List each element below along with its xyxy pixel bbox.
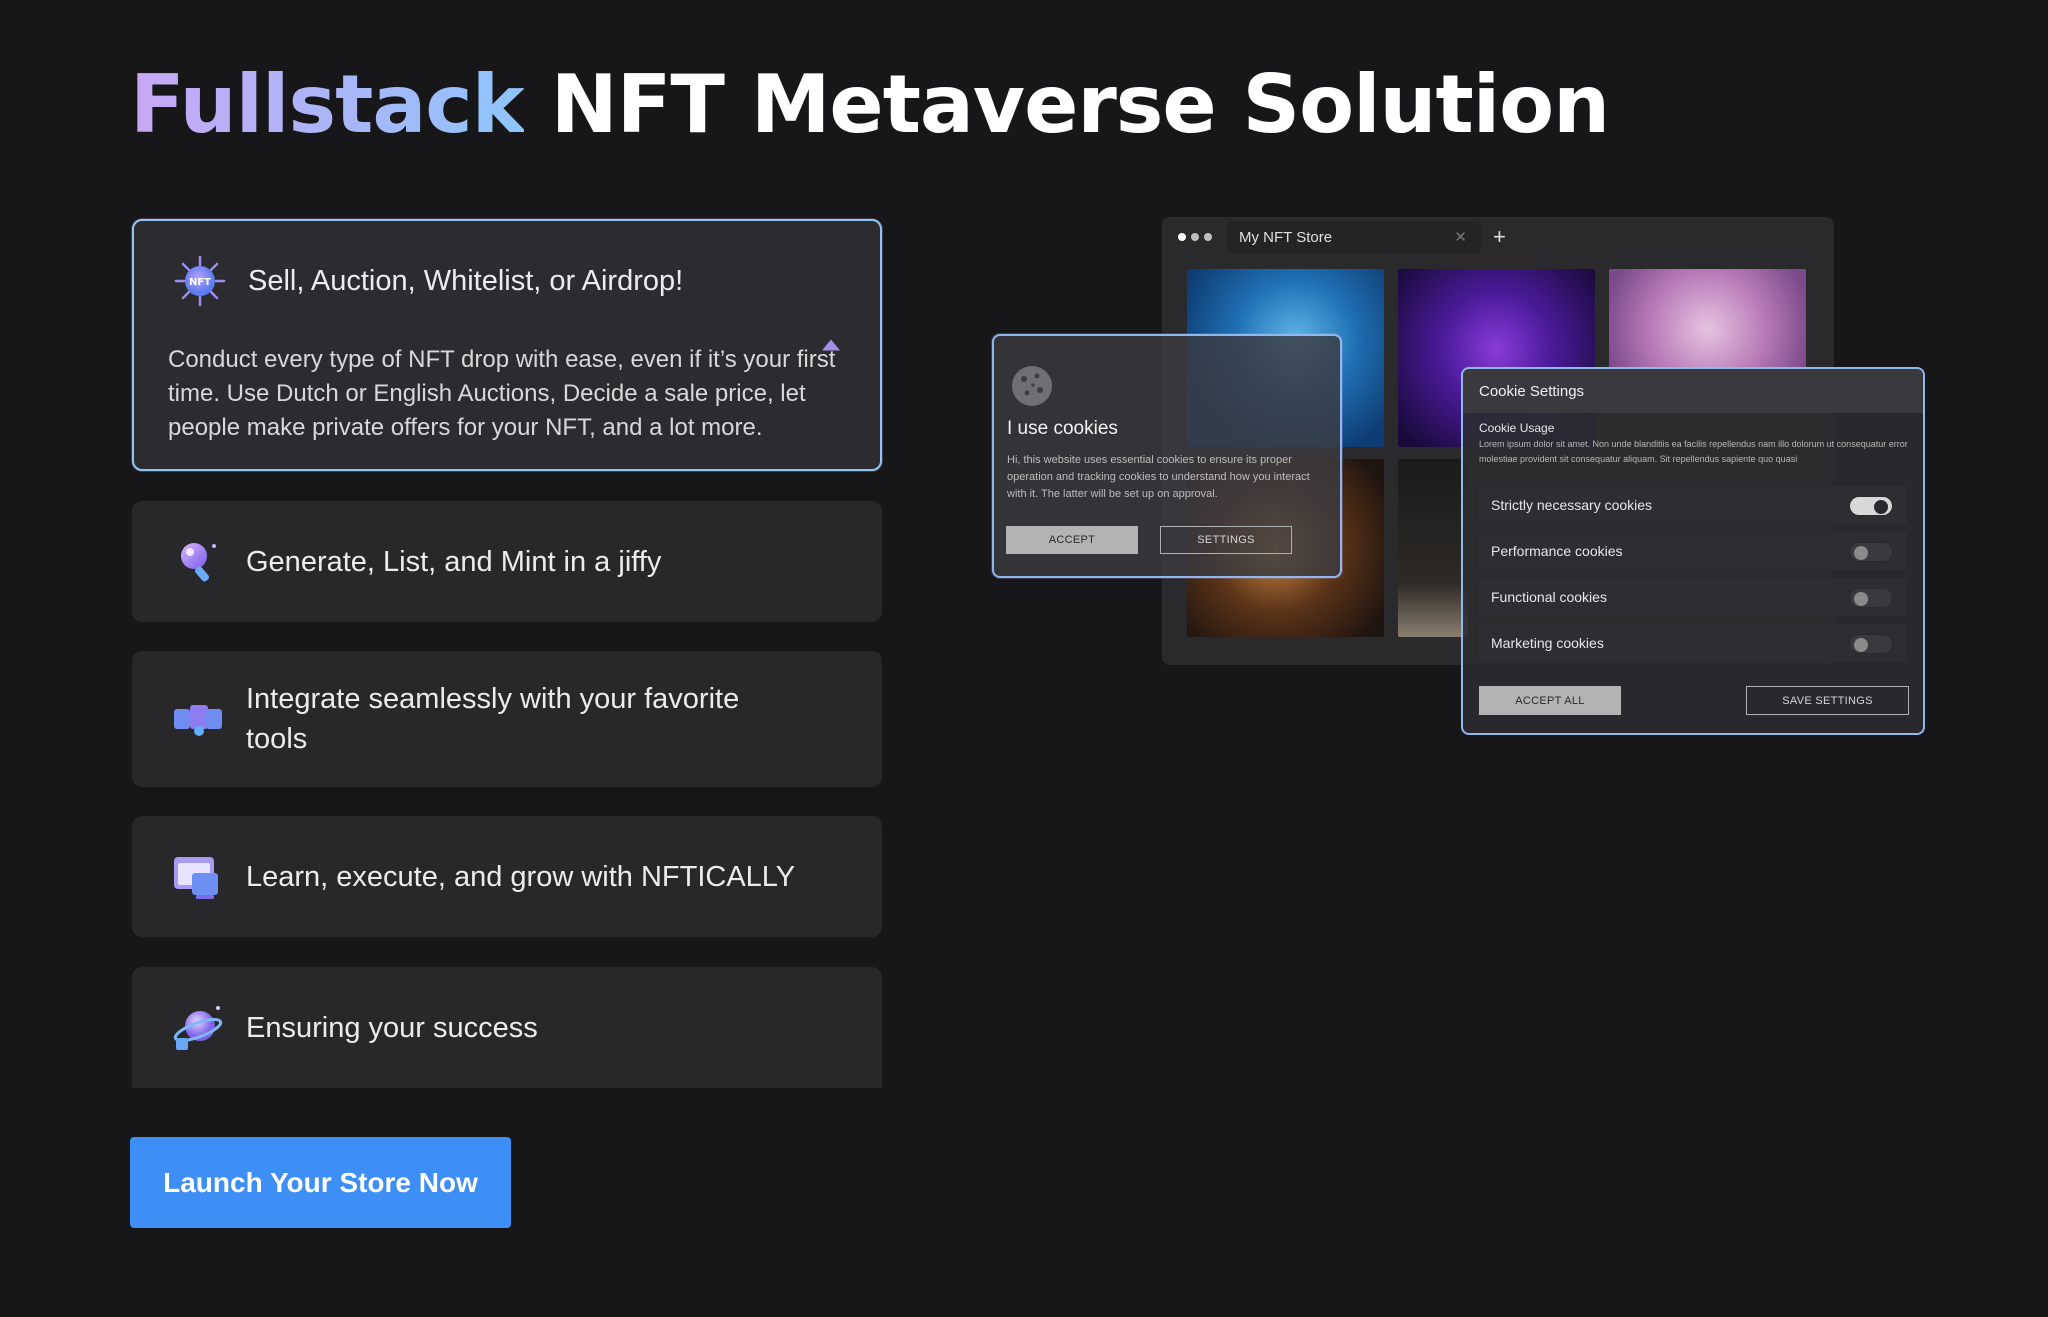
feature-panel-sell[interactable]: NFT Sell, Auction, Whitelist, or Airdrop… [132, 219, 882, 471]
feature-header[interactable]: NFT Sell, Auction, Whitelist, or Airdrop… [172, 221, 850, 341]
cookie-row-label: Functional cookies [1491, 589, 1607, 605]
nft-artwork-image [1398, 459, 1468, 637]
feature-header[interactable]: Learn, execute, and grow with NFTICALLY [170, 816, 852, 937]
cookie-toggle[interactable] [1849, 588, 1893, 608]
feature-label: Sell, Auction, Whitelist, or Airdrop! [248, 265, 684, 297]
cookie-row-performance: Performance cookies [1479, 532, 1907, 570]
cookie-toggle[interactable] [1849, 634, 1893, 654]
rocket-icon [170, 534, 226, 590]
tab-title: My NFT Store [1239, 228, 1333, 246]
cookie-icon [1010, 364, 1054, 408]
cookie-banner-text: Hi, this website uses essential cookies … [1007, 454, 1310, 500]
cookie-toggle[interactable] [1849, 542, 1893, 562]
new-tab-icon[interactable]: + [1493, 224, 1506, 250]
nft-artwork-image [1609, 269, 1806, 369]
tab-close-icon[interactable]: ✕ [1454, 228, 1467, 246]
browser-tab[interactable]: My NFT Store ✕ [1227, 221, 1481, 253]
launch-store-button[interactable]: Launch Your Store Now [130, 1137, 511, 1228]
feature-label: Integrate seamlessly with your favorite … [246, 683, 740, 755]
save-settings-button[interactable]: SAVE SETTINGS [1746, 686, 1909, 715]
cookie-banner: I use cookies Hi, this website uses esse… [992, 334, 1342, 578]
cookie-row-marketing: Marketing cookies [1479, 624, 1907, 662]
cookie-row-label: Performance cookies [1491, 543, 1623, 559]
integrations-icon [170, 691, 226, 747]
browser-tabbar: My NFT Store ✕ + [1162, 217, 1834, 257]
cookie-settings-panel: Cookie Settings Cookie Usage Lorem ipsum… [1461, 367, 1925, 735]
feature-panel-success[interactable]: Ensuring your success [132, 967, 882, 1088]
cookie-settings-button[interactable]: SETTINGS [1160, 526, 1292, 554]
feature-panel-integrate[interactable]: Integrate seamlessly with your favorite … [132, 651, 882, 787]
cookie-row-functional: Functional cookies [1479, 578, 1907, 616]
feature-header[interactable]: Generate, List, and Mint in a jiffy [170, 501, 852, 622]
feature-label: Ensuring your success [246, 1011, 538, 1044]
accept-cookies-button[interactable]: ACCEPT [1006, 526, 1138, 554]
page-title: Fullstack NFT Metaverse Solution [130, 58, 1610, 151]
learning-screen-icon [170, 849, 226, 905]
cookie-row-strictly-necessary: Strictly necessary cookies [1479, 486, 1907, 524]
cookie-settings-title: Cookie Settings [1463, 369, 1923, 413]
feature-panel-generate[interactable]: Generate, List, and Mint in a jiffy [132, 501, 882, 622]
title-rest: NFT Metaverse Solution [550, 58, 1610, 151]
cookie-usage-title: Cookie Usage [1479, 421, 1555, 435]
svg-text:NFT: NFT [189, 277, 211, 288]
title-highlight: Fullstack [130, 58, 525, 151]
feature-panel-learn[interactable]: Learn, execute, and grow with NFTICALLY [132, 816, 882, 937]
feature-label: Generate, List, and Mint in a jiffy [246, 545, 662, 578]
cookie-row-label: Strictly necessary cookies [1491, 497, 1653, 513]
feature-header[interactable]: Ensuring your success [170, 967, 852, 1088]
cookie-banner-title: I use cookies [1007, 418, 1118, 439]
feature-description: Conduct every type of NFT drop with ease… [168, 346, 836, 441]
accept-all-button[interactable]: ACCEPT ALL [1479, 686, 1621, 715]
feature-label: Learn, execute, and grow with NFTICALLY [246, 860, 796, 893]
cookie-toggle[interactable] [1849, 496, 1893, 516]
cookie-usage-text: Lorem ipsum dolor sit amet. Non unde bla… [1479, 439, 1908, 464]
planet-icon [170, 1000, 226, 1056]
window-controls [1178, 233, 1217, 241]
feature-header[interactable]: Integrate seamlessly with your favorite … [170, 651, 852, 787]
nft-badge-icon: NFT [172, 253, 228, 309]
cookie-row-label: Marketing cookies [1491, 635, 1604, 651]
